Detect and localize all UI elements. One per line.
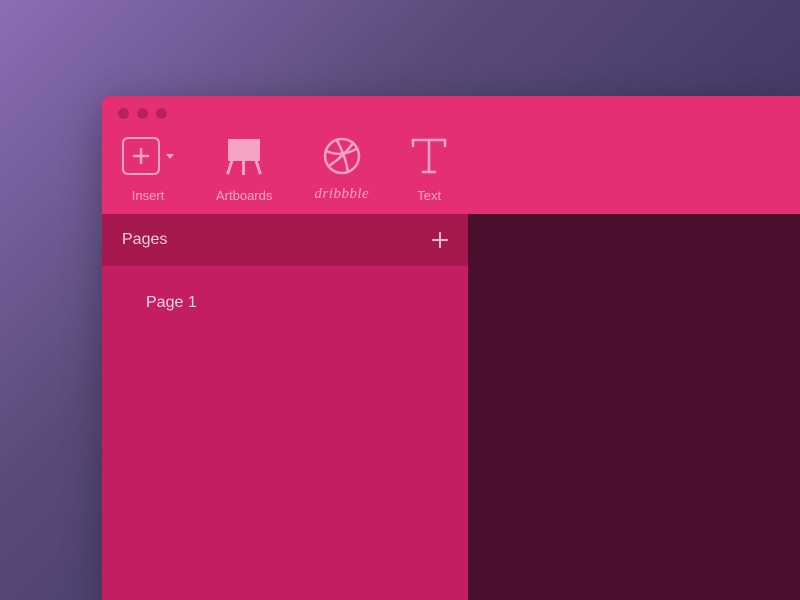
easel-icon	[225, 137, 263, 175]
pages-title: Pages	[122, 231, 167, 249]
text-t-icon	[411, 136, 447, 176]
page-list: Page 1	[102, 266, 468, 600]
window-titlebar	[102, 96, 800, 130]
page-item[interactable]: Page 1	[102, 286, 468, 320]
close-window-button[interactable]	[118, 108, 129, 119]
text-label: Text	[417, 188, 441, 203]
workspace: Pages Page 1	[102, 214, 800, 600]
insert-tool[interactable]: Insert	[122, 134, 174, 203]
insert-plus-icon	[122, 137, 160, 175]
dribbble-tool[interactable]: dribbble	[314, 134, 369, 203]
sidebar: Pages Page 1	[102, 214, 468, 600]
maximize-window-button[interactable]	[156, 108, 167, 119]
toolbar: Insert Artboards	[102, 130, 800, 214]
minimize-window-button[interactable]	[137, 108, 148, 119]
artboards-tool[interactable]: Artboards	[216, 134, 272, 203]
artboards-label: Artboards	[216, 188, 272, 203]
dribbble-label: dribbble	[314, 186, 369, 203]
canvas-area[interactable]	[468, 214, 800, 600]
add-page-button[interactable]	[430, 230, 450, 250]
dribbble-ball-icon	[322, 136, 362, 176]
app-window: Insert Artboards	[102, 96, 800, 600]
plus-icon	[430, 230, 450, 250]
text-tool[interactable]: Text	[411, 134, 447, 203]
insert-label: Insert	[132, 188, 165, 203]
pages-panel-header: Pages	[102, 214, 468, 266]
chevron-down-icon	[166, 154, 174, 159]
insert-icon-wrap	[122, 134, 174, 178]
